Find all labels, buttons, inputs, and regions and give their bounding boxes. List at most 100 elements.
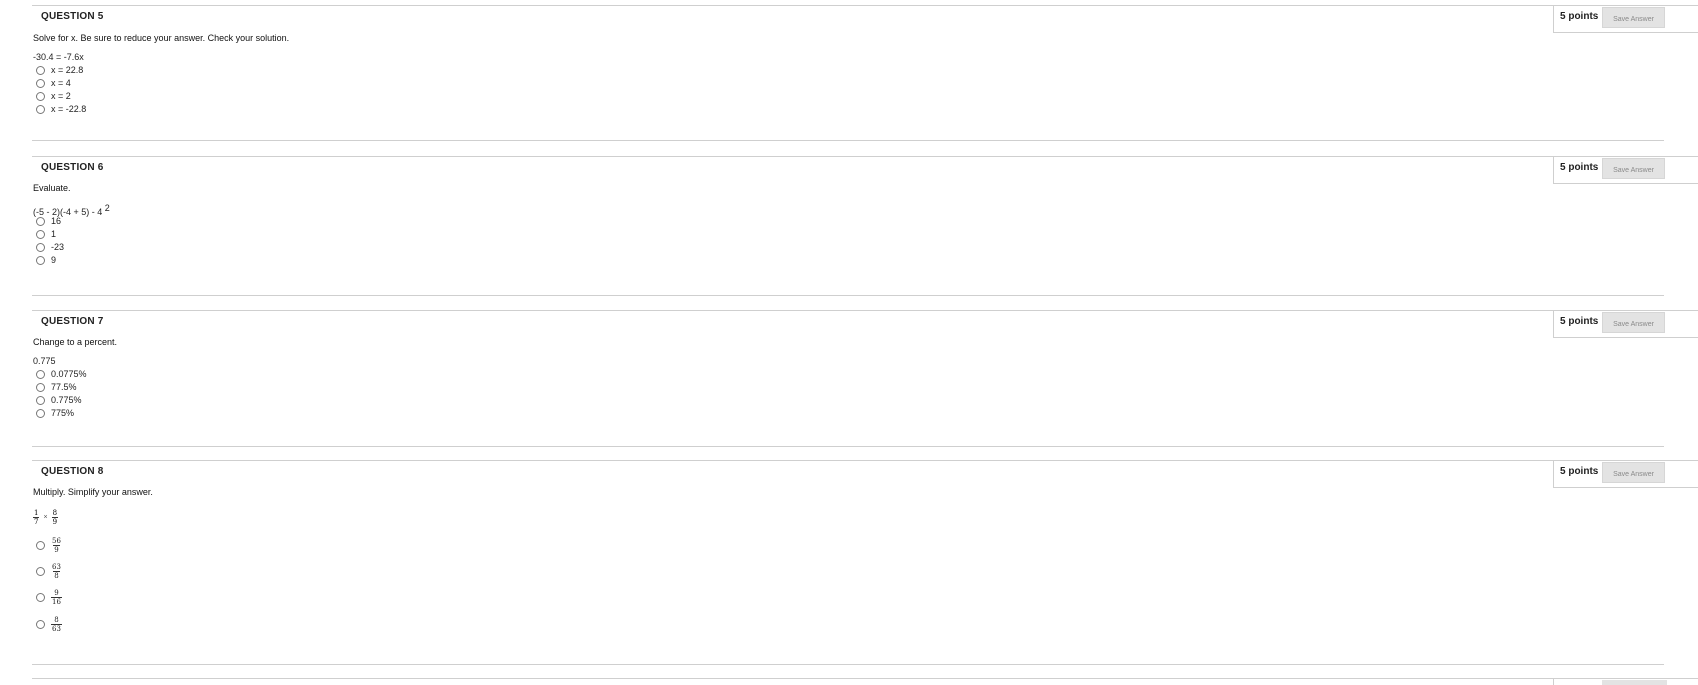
denominator: 16 xyxy=(51,596,62,606)
numerator: 8 xyxy=(54,615,59,624)
option-label: 77.5% xyxy=(51,382,77,392)
question-5: QUESTION 5 5 points Save Answer Solve fo… xyxy=(0,5,1698,145)
numerator: 63 xyxy=(52,562,61,571)
radio-button-icon[interactable] xyxy=(36,369,45,379)
question-prompt: Evaluate. xyxy=(33,183,71,193)
answer-option[interactable]: 63 8 xyxy=(36,562,62,580)
question-separator xyxy=(32,664,1664,665)
question-separator xyxy=(32,295,1664,296)
answer-option[interactable]: 77.5% xyxy=(36,381,77,393)
option-label: 0.775% xyxy=(51,395,82,405)
question-title: QUESTION 6 xyxy=(41,162,104,173)
option-fraction: 9 16 xyxy=(51,589,62,606)
answer-option[interactable]: 9 xyxy=(36,254,56,266)
option-label: 1 xyxy=(51,229,57,239)
points-label: 5 points xyxy=(1560,466,1599,477)
expression-fraction-right: 8 9 xyxy=(51,509,59,526)
save-answer-button-partial xyxy=(1602,680,1667,685)
option-fraction: 63 8 xyxy=(51,563,62,580)
answer-option[interactable]: 56 9 xyxy=(36,536,62,554)
answer-option[interactable]: 775% xyxy=(36,407,74,419)
option-label: 9 xyxy=(51,255,57,265)
option-label: x = -22.8 xyxy=(51,104,87,114)
radio-button-icon[interactable] xyxy=(36,408,45,418)
answer-option[interactable]: x = 4 xyxy=(36,77,71,89)
points-label: 5 points xyxy=(1560,162,1599,173)
answer-option[interactable]: 1 xyxy=(36,228,56,240)
answer-option[interactable]: 16 xyxy=(36,215,61,227)
assessment-page: QUESTION 5 5 points Save Answer Solve fo… xyxy=(0,0,1698,685)
radio-button-icon[interactable] xyxy=(36,104,45,114)
denominator: 7 xyxy=(33,517,40,526)
question-title: QUESTION 5 xyxy=(41,11,104,22)
answer-option[interactable]: x = 22.8 xyxy=(36,64,83,76)
option-fraction: 56 9 xyxy=(51,537,62,554)
option-label: x = 22.8 xyxy=(51,65,84,75)
denominator: 8 xyxy=(53,570,60,580)
save-answer-button[interactable]: Save Answer xyxy=(1602,158,1665,179)
points-panel: 5 points Save Answer xyxy=(1553,5,1698,33)
option-fraction: 8 63 xyxy=(51,616,62,633)
expression-exponent: 2 xyxy=(104,203,110,213)
points-panel: 5 points Save Answer xyxy=(1553,460,1698,488)
option-label: -23 xyxy=(51,242,65,252)
radio-button-icon[interactable] xyxy=(36,78,45,88)
radio-button-icon[interactable] xyxy=(36,566,45,576)
multiply-operator: × xyxy=(43,514,48,521)
denominator: 63 xyxy=(51,623,62,633)
denominator: 9 xyxy=(53,544,60,554)
question-divider xyxy=(32,156,1698,157)
question-divider xyxy=(32,460,1698,461)
points-panel xyxy=(1553,678,1698,685)
question-6: QUESTION 6 5 points Save Answer Evaluate… xyxy=(0,156,1698,296)
question-expression: 1 7 × 8 9 xyxy=(33,509,59,526)
question-title: QUESTION 8 xyxy=(41,466,104,477)
option-label: 775% xyxy=(51,408,75,418)
option-label: x = 4 xyxy=(51,78,71,88)
points-label: 5 points xyxy=(1560,11,1599,22)
question-divider xyxy=(32,678,1698,679)
save-answer-button[interactable]: Save Answer xyxy=(1602,462,1665,483)
question-expression: 0.775 xyxy=(33,356,56,366)
question-expression: -30.4 = -7.6x xyxy=(33,52,84,62)
radio-button-icon[interactable] xyxy=(36,540,45,550)
radio-button-icon[interactable] xyxy=(36,592,45,602)
question-prompt: Solve for x. Be sure to reduce your answ… xyxy=(33,33,290,43)
answer-option[interactable]: 0.0775% xyxy=(36,368,87,380)
answer-option[interactable]: x = 2 xyxy=(36,90,71,102)
radio-button-icon[interactable] xyxy=(36,229,45,239)
radio-button-icon[interactable] xyxy=(36,242,45,252)
question-next-partial xyxy=(0,678,1698,685)
radio-button-icon[interactable] xyxy=(36,91,45,101)
option-label: 0.0775% xyxy=(51,369,87,379)
numerator: 1 xyxy=(34,509,39,517)
expression-fraction-left: 1 7 xyxy=(33,509,40,526)
radio-button-icon[interactable] xyxy=(36,65,45,75)
answer-option[interactable]: 0.775% xyxy=(36,394,82,406)
question-8: QUESTION 8 5 points Save Answer Multiply… xyxy=(0,460,1698,685)
question-separator xyxy=(32,140,1664,141)
radio-button-icon[interactable] xyxy=(36,619,45,629)
answer-option[interactable]: x = -22.8 xyxy=(36,103,86,115)
answer-option[interactable]: 9 16 xyxy=(36,588,62,606)
radio-button-icon[interactable] xyxy=(36,255,45,265)
question-separator xyxy=(32,446,1664,447)
radio-button-icon[interactable] xyxy=(36,216,45,226)
save-answer-button[interactable]: Save Answer xyxy=(1602,312,1665,333)
question-prompt: Change to a percent. xyxy=(33,337,118,347)
option-label: x = 2 xyxy=(51,91,71,101)
answer-option[interactable]: 8 63 xyxy=(36,615,62,633)
save-answer-button[interactable]: Save Answer xyxy=(1602,7,1665,28)
radio-button-icon[interactable] xyxy=(36,382,45,392)
numerator: 8 xyxy=(52,509,58,517)
numerator: 56 xyxy=(52,536,61,545)
points-panel: 5 points Save Answer xyxy=(1553,156,1698,184)
points-label: 5 points xyxy=(1560,316,1599,327)
option-label: 16 xyxy=(51,216,62,226)
points-panel: 5 points Save Answer xyxy=(1553,310,1698,338)
radio-button-icon[interactable] xyxy=(36,395,45,405)
question-title: QUESTION 7 xyxy=(41,316,104,327)
numerator: 9 xyxy=(54,588,59,597)
answer-option[interactable]: -23 xyxy=(36,241,64,253)
question-7: QUESTION 7 5 points Save Answer Change t… xyxy=(0,310,1698,450)
